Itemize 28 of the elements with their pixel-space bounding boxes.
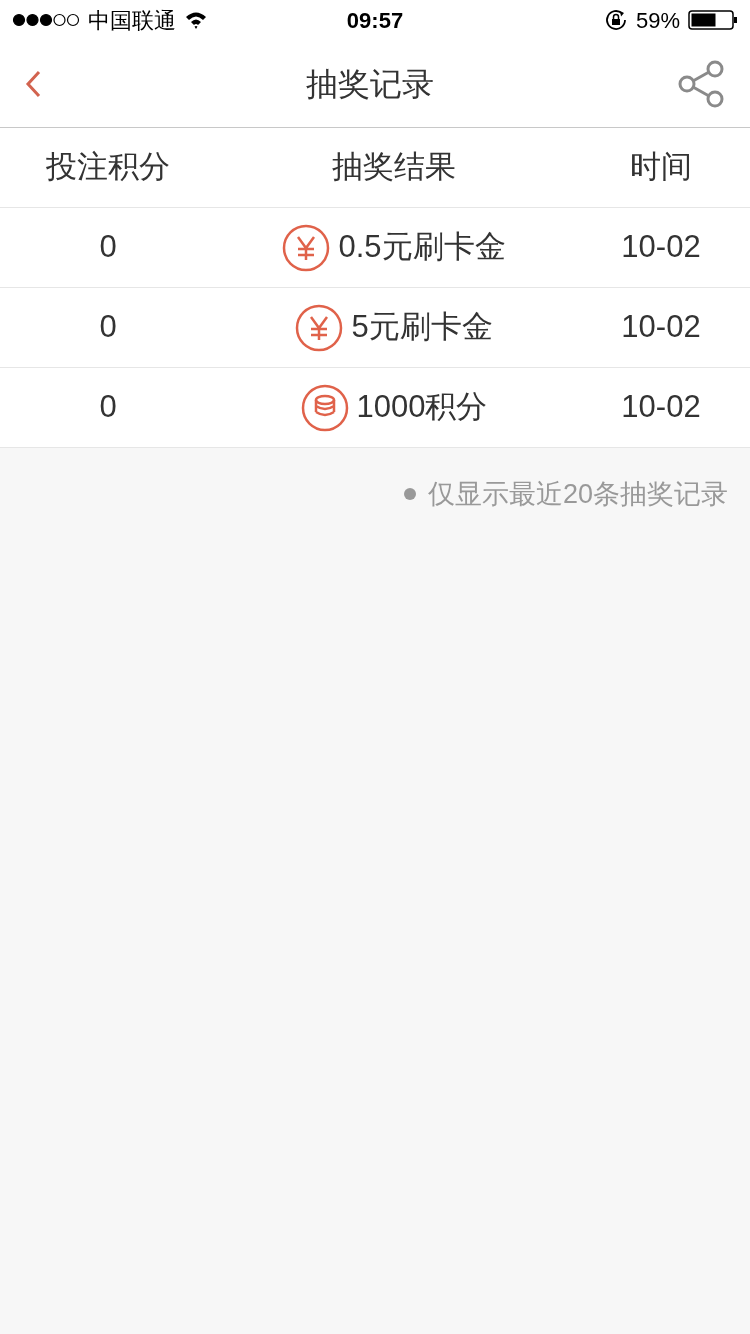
time-cell-text: 10-02 bbox=[620, 308, 702, 347]
time-cell-text: 10-02 bbox=[620, 388, 702, 427]
stake-cell-text: 0 bbox=[98, 228, 118, 267]
wifi-icon bbox=[184, 11, 208, 29]
column-header: 投注积分 bbox=[45, 148, 171, 187]
carrier-name: 中国联通 bbox=[88, 6, 176, 35]
share-button[interactable] bbox=[676, 58, 726, 109]
prize-cell-text: 1000积分 bbox=[356, 388, 488, 427]
column-header: 抽奖结果 bbox=[331, 148, 457, 187]
back-icon bbox=[24, 68, 42, 99]
coin-stack-icon bbox=[300, 383, 349, 432]
prize-cell-text: 5元刷卡金 bbox=[351, 308, 493, 347]
page-title: 抽奖记录 bbox=[306, 64, 434, 104]
column-header: 时间 bbox=[629, 148, 693, 187]
time-cell-text: 10-02 bbox=[620, 228, 702, 267]
yen-coin-icon bbox=[295, 303, 344, 352]
prize-cell-text: 0.5元刷卡金 bbox=[338, 228, 506, 267]
record-limit-note: 仅显示最近20条抽奖记录 bbox=[427, 478, 728, 511]
signal-icon bbox=[12, 13, 80, 27]
share-icon bbox=[677, 59, 725, 108]
battery-icon bbox=[688, 10, 738, 30]
battery-percent: 59% bbox=[635, 6, 680, 35]
clock-time: 09:57 bbox=[345, 6, 405, 35]
yen-coin-icon bbox=[282, 223, 331, 272]
rotation-lock-icon bbox=[603, 8, 628, 32]
stake-cell-text: 0 bbox=[98, 308, 118, 347]
stake-cell-text: 0 bbox=[98, 388, 118, 427]
bullet-icon bbox=[403, 488, 416, 501]
